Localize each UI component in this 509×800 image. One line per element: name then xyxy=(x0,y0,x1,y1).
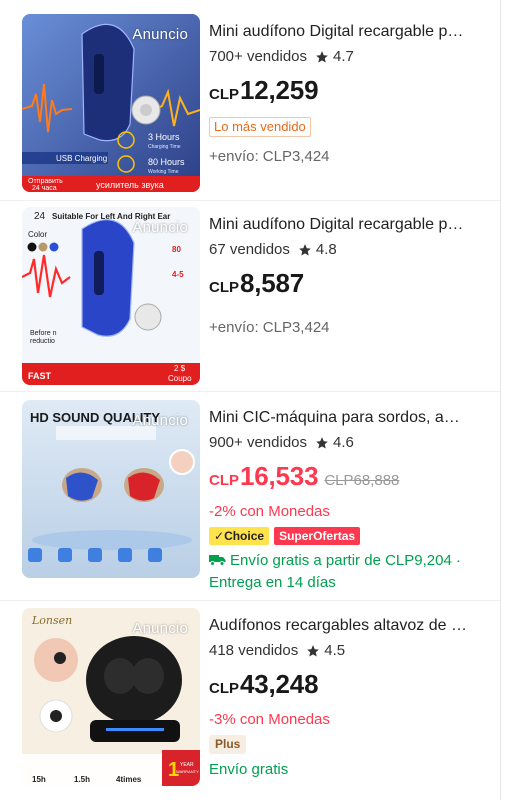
svg-text:Before n: Before n xyxy=(30,330,57,337)
currency: CLP xyxy=(209,86,239,103)
svg-text:Working Time: Working Time xyxy=(148,169,179,175)
sales-rating: 418 vendidos 4.5 xyxy=(209,641,471,660)
delivery-time: Entrega en 14 días xyxy=(209,574,336,591)
product-title[interactable]: Mini audífono Digital recargable para so… xyxy=(209,22,471,42)
sold-count: 900+ vendidos xyxy=(209,434,307,451)
svg-text:Отправить: Отправить xyxy=(28,178,63,185)
ad-badge: Anuncio xyxy=(132,26,188,43)
sold-count: 67 vendidos xyxy=(209,241,290,258)
sold-count: 418 vendidos xyxy=(209,642,299,659)
svg-text:24: 24 xyxy=(34,211,46,222)
free-shipping: Envío gratis a partir de CLP9,204 · xyxy=(209,550,509,572)
badges: ✓Choice SuperOfertas xyxy=(209,527,471,545)
currency: CLP xyxy=(209,279,239,296)
price-value: 43,248 xyxy=(240,669,319,699)
product-title[interactable]: Mini CIC-máquina para sordos, amplificad… xyxy=(209,408,471,428)
product-image-1[interactable]: USB Charging 3 Hours Charging Time 80 Ho… xyxy=(22,14,200,192)
original-price: CLP68,888 xyxy=(324,472,400,489)
svg-text:Charging Time: Charging Time xyxy=(148,144,181,150)
currency: CLP xyxy=(209,472,239,489)
rating-value: 4.8 xyxy=(315,241,337,258)
svg-text:80: 80 xyxy=(172,245,181,254)
product-info-4: Audífonos recargables altavoz de bolsill… xyxy=(209,616,471,781)
rating-value: 4.7 xyxy=(333,48,354,65)
svg-text:FAST: FAST xyxy=(28,371,52,381)
star-icon xyxy=(316,436,328,449)
ad-badge: Anuncio xyxy=(132,219,188,236)
rating: 4.6 xyxy=(315,433,354,452)
product-card-2[interactable]: 24 Suitable For Left And Right Ear Color… xyxy=(0,193,500,385)
svg-text:усилитель звука: усилитель звука xyxy=(96,180,164,190)
product-info-2: Mini audífono Digital recargable para so… xyxy=(209,215,471,337)
product-image-2[interactable]: 24 Suitable For Left And Right Ear Color… xyxy=(22,207,200,385)
product-card-1[interactable]: USB Charging 3 Hours Charging Time 80 Ho… xyxy=(0,0,500,192)
svg-text:4-5: 4-5 xyxy=(172,270,184,279)
svg-text:Lonsen: Lonsen xyxy=(31,614,72,627)
shipping-cost: +envío: CLP3,424 xyxy=(209,148,330,165)
product-card-4[interactable]: Lonsen 15h 1.5h 4times 1 YEAR WARRANTY A xyxy=(0,594,500,786)
product-image-3[interactable]: HD SOUND QUALITY Anuncio xyxy=(22,400,200,578)
free-shipping: Envío gratis xyxy=(209,761,289,778)
sales-rating: 900+ vendidos 4.6 xyxy=(209,433,471,452)
superofertas-badge: SuperOfertas xyxy=(274,527,361,545)
product-list: USB Charging 3 Hours Charging Time 80 Ho… xyxy=(0,0,509,800)
truck-icon xyxy=(209,555,226,566)
choice-badge: ✓Choice xyxy=(209,527,270,545)
svg-text:2 $: 2 $ xyxy=(174,364,186,373)
svg-text:reductio: reductio xyxy=(30,338,55,345)
shipping-cost: +envío: CLP3,424 xyxy=(209,319,330,336)
rating: 4.5 xyxy=(306,641,345,660)
product-image-4[interactable]: Lonsen 15h 1.5h 4times 1 YEAR WARRANTY A xyxy=(22,608,200,786)
rating-value: 4.6 xyxy=(333,434,354,451)
ad-badge: Anuncio xyxy=(132,620,188,637)
product-title[interactable]: Mini audífono Digital recargable para so… xyxy=(209,215,471,235)
product-title[interactable]: Audífonos recargables altavoz de bolsill… xyxy=(209,616,471,636)
star-icon xyxy=(307,644,320,657)
svg-text:24 часа: 24 часа xyxy=(32,185,57,192)
coins-discount: -2% con Monedas xyxy=(209,503,330,520)
svg-text:Coupo: Coupo xyxy=(168,374,192,383)
price: CLP 43,248 xyxy=(209,668,471,705)
price: CLP 8,587 xyxy=(209,267,471,304)
coins-discount: -3% con Monedas xyxy=(209,711,330,728)
plus-badge: Plus xyxy=(209,735,247,754)
price-value: 8,587 xyxy=(240,268,305,298)
svg-text:15h: 15h xyxy=(32,775,46,784)
svg-text:Color: Color xyxy=(28,230,47,239)
ad-badge: Anuncio xyxy=(132,412,188,429)
price-value: 16,533 xyxy=(240,461,319,491)
svg-text:80 Hours: 80 Hours xyxy=(148,157,185,167)
badges: Plus xyxy=(209,735,471,754)
price: CLP 12,259 xyxy=(209,74,471,111)
sold-count: 700+ vendidos xyxy=(209,48,307,65)
star-icon xyxy=(316,50,328,63)
svg-text:3 Hours: 3 Hours xyxy=(148,132,180,142)
product-card-3[interactable]: HD SOUND QUALITY Anuncio Mini CIC-máquin… xyxy=(0,386,500,591)
svg-text:4times: 4times xyxy=(116,775,142,784)
sales-rating: 700+ vendidos 4.7 xyxy=(209,47,471,66)
product-info-1: Mini audífono Digital recargable para so… xyxy=(209,22,471,166)
svg-text:YEAR: YEAR xyxy=(180,762,194,768)
currency: CLP xyxy=(209,680,239,697)
rating-value: 4.5 xyxy=(324,642,346,659)
check-icon: ✓ xyxy=(214,529,225,543)
price-value: 12,259 xyxy=(240,75,319,105)
scroll-edge xyxy=(500,0,501,800)
rating: 4.8 xyxy=(298,240,337,259)
product-info-3: Mini CIC-máquina para sordos, amplificad… xyxy=(209,408,471,594)
star-icon xyxy=(299,243,311,256)
bestseller-tag: Lo más vendido xyxy=(209,117,311,137)
rating: 4.7 xyxy=(315,47,354,66)
sales-rating: 67 vendidos 4.8 xyxy=(209,240,471,259)
svg-text:USB Charging: USB Charging xyxy=(56,154,107,163)
price: CLP 16,533 CLP68,888 xyxy=(209,460,471,497)
svg-text:1.5h: 1.5h xyxy=(74,775,90,784)
svg-text:WARRANTY: WARRANTY xyxy=(176,769,199,774)
